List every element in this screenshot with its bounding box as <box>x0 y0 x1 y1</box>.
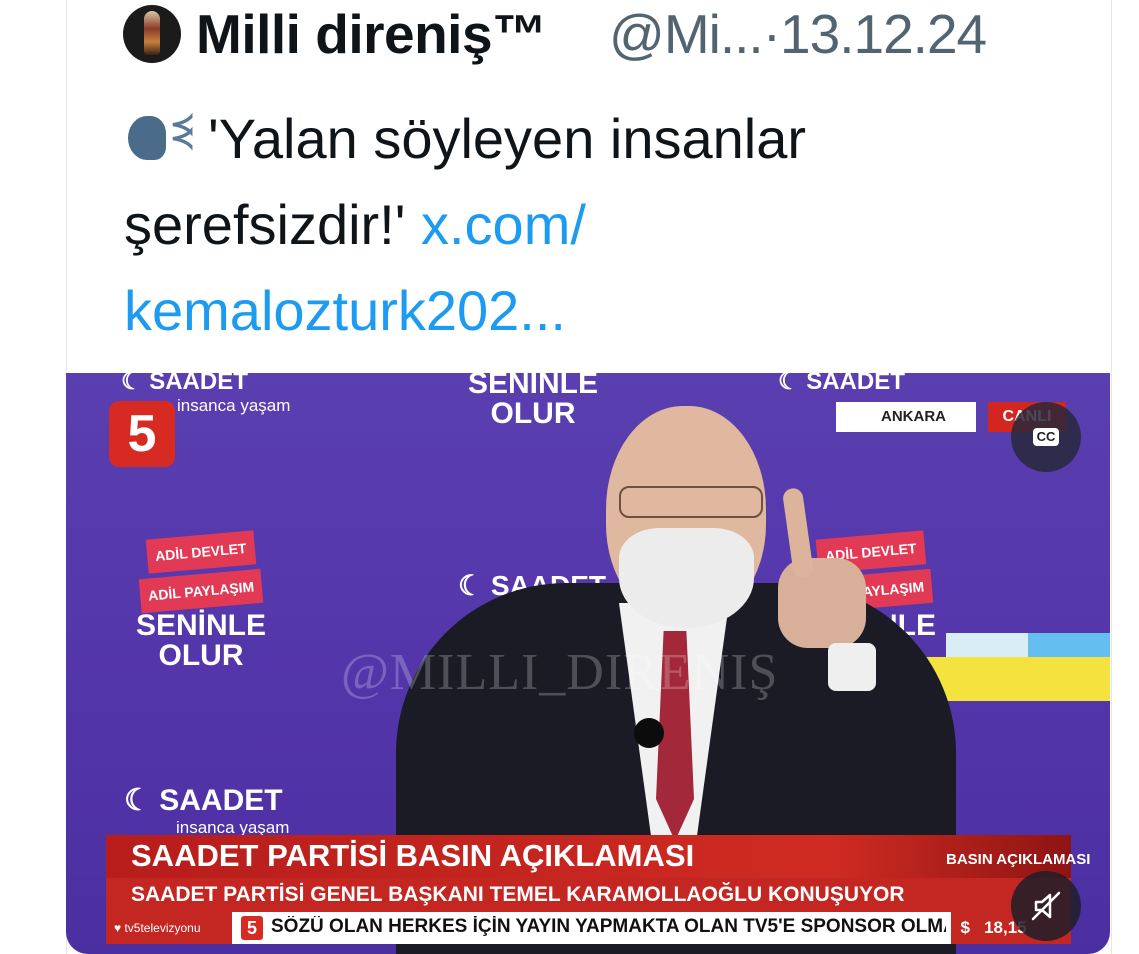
news-ticker: ♥ tv5televizyonu 5 SÖZÜ OLAN HERKES İÇİN… <box>106 912 1071 944</box>
basin-label: BASIN AÇIKLAMASI <box>946 851 1091 868</box>
tweet-text: ≺ ≺ 'Yalan söyleyen insanlar şerefsizdir!'… <box>124 96 1024 354</box>
author-handle[interactable]: @Mi... <box>609 3 764 65</box>
ticker-channel-number: 5 <box>241 916 263 940</box>
speaker-hand <box>778 558 866 648</box>
author-name[interactable]: Milli direniş™ <box>196 2 547 66</box>
backdrop-slogan: insanca yaşam <box>177 396 291 415</box>
location-label: ANKARA <box>836 402 976 432</box>
speaker-beard <box>619 528 754 628</box>
video-player[interactable]: ☾ SAADET insanca yaşam SENİNLE OLUR ☾ SAAD… <box>66 373 1110 954</box>
speaker-muted-icon <box>1031 891 1061 921</box>
backdrop-brand-top-right: ☾ SAADET <box>778 373 905 395</box>
backdrop-olur-left: ADİL DEVLET ADİL PAYLAŞIM SENİNLE OLUR <box>136 530 266 671</box>
headline-banner: SAADET PARTİSİ BASIN AÇIKLAMASI <box>106 835 1071 878</box>
graphic-bar-cyan <box>946 633 1110 657</box>
speaker-glasses <box>619 486 763 518</box>
channel-logo: 5 <box>109 401 175 467</box>
closed-captions-button[interactable]: CC <box>1011 402 1081 472</box>
cc-icon: CC <box>1032 428 1060 446</box>
mute-button[interactable] <box>1011 871 1081 941</box>
speaking-head-icon: ≺ ≺ <box>124 110 195 166</box>
tweet-date[interactable]: 13.12.24 <box>780 3 987 65</box>
subheadline-banner: SAADET PARTİSİ GENEL BAŞKANI TEMEL KARAM… <box>106 878 1071 912</box>
graphic-bar-yellow <box>918 657 1110 701</box>
ticker-handle: ♥ tv5televizyonu <box>106 912 232 944</box>
separator: · <box>762 3 781 65</box>
author-handle-date: @Mi...·13.12.24 <box>609 2 987 66</box>
backdrop-olur-top: SENİNLE OLUR <box>468 373 599 430</box>
ticker-message: SÖZÜ OLAN HERKES İÇİN YAYIN YAPMAKTA OLA… <box>271 916 946 937</box>
microphone <box>634 718 664 748</box>
watermark: @MILLI_DIRENIŞ <box>341 644 779 701</box>
avatar[interactable] <box>123 5 181 63</box>
backdrop-brand-bottom: ☾ SAADET insanca yaşam <box>124 784 290 837</box>
speaker-cuff <box>828 643 876 691</box>
